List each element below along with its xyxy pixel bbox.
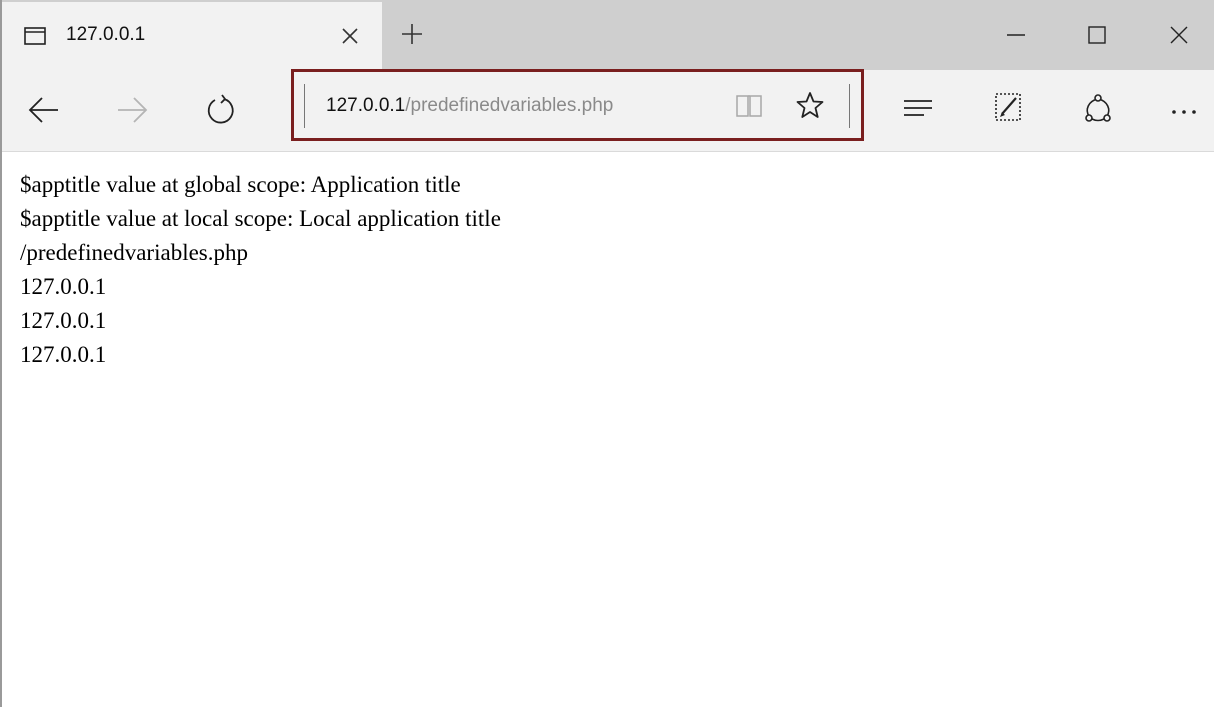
title-bar: 127.0.0.1 bbox=[0, 0, 1214, 70]
address-host: 127.0.0.1 bbox=[326, 95, 406, 116]
share-icon bbox=[1085, 94, 1111, 122]
hub-button[interactable] bbox=[896, 86, 940, 130]
refresh-icon bbox=[207, 94, 234, 124]
more-button[interactable] bbox=[1162, 86, 1206, 130]
refresh-button[interactable] bbox=[200, 90, 240, 130]
hub-icon bbox=[904, 100, 932, 116]
output-line: /predefinedvariables.php bbox=[20, 240, 248, 265]
close-window-button[interactable] bbox=[1146, 0, 1212, 70]
output-line: 127.0.0.1 bbox=[20, 342, 107, 367]
more-icon bbox=[1172, 110, 1196, 114]
new-tab-plus-icon[interactable] bbox=[400, 22, 424, 46]
output-line: $apptitle value at global scope: Applica… bbox=[20, 172, 461, 197]
forward-arrow-icon bbox=[118, 97, 148, 123]
output-line: 127.0.0.1 bbox=[20, 308, 107, 333]
page-content: $apptitle value at global scope: Applica… bbox=[20, 168, 1200, 372]
navigation-bar: 127.0.0.1/predefinedvariables.php bbox=[2, 69, 1214, 152]
share-button[interactable] bbox=[1076, 86, 1120, 130]
browser-window: 127.0.0.1 127.0.0.1/predefinedvariables.… bbox=[0, 0, 1214, 707]
web-note-button[interactable] bbox=[986, 86, 1030, 130]
address-separator bbox=[849, 84, 850, 128]
address-text[interactable]: 127.0.0.1/predefinedvariables.php bbox=[326, 95, 613, 117]
maximize-icon bbox=[1088, 26, 1106, 44]
forward-button[interactable] bbox=[112, 90, 152, 130]
browser-tab[interactable]: 127.0.0.1 bbox=[2, 2, 382, 70]
back-button[interactable] bbox=[24, 90, 64, 130]
address-separator bbox=[304, 84, 305, 128]
output-line: $apptitle value at local scope: Local ap… bbox=[20, 206, 501, 231]
address-path: /predefinedvariables.php bbox=[405, 95, 614, 116]
back-arrow-icon bbox=[28, 97, 58, 123]
minimize-button[interactable] bbox=[983, 0, 1049, 70]
web-note-icon bbox=[995, 93, 1021, 121]
minimize-icon bbox=[1007, 34, 1025, 36]
reading-view-icon[interactable] bbox=[736, 94, 762, 118]
tab-title: 127.0.0.1 bbox=[66, 24, 146, 45]
output-line: 127.0.0.1 bbox=[20, 274, 107, 299]
window-border bbox=[0, 0, 2, 707]
address-bar[interactable]: 127.0.0.1/predefinedvariables.php bbox=[291, 69, 864, 141]
maximize-button[interactable] bbox=[1064, 0, 1130, 70]
favorite-star-icon[interactable] bbox=[796, 91, 824, 119]
page-icon bbox=[24, 27, 46, 45]
tab-close-icon[interactable] bbox=[340, 26, 360, 46]
close-icon bbox=[1170, 26, 1188, 44]
